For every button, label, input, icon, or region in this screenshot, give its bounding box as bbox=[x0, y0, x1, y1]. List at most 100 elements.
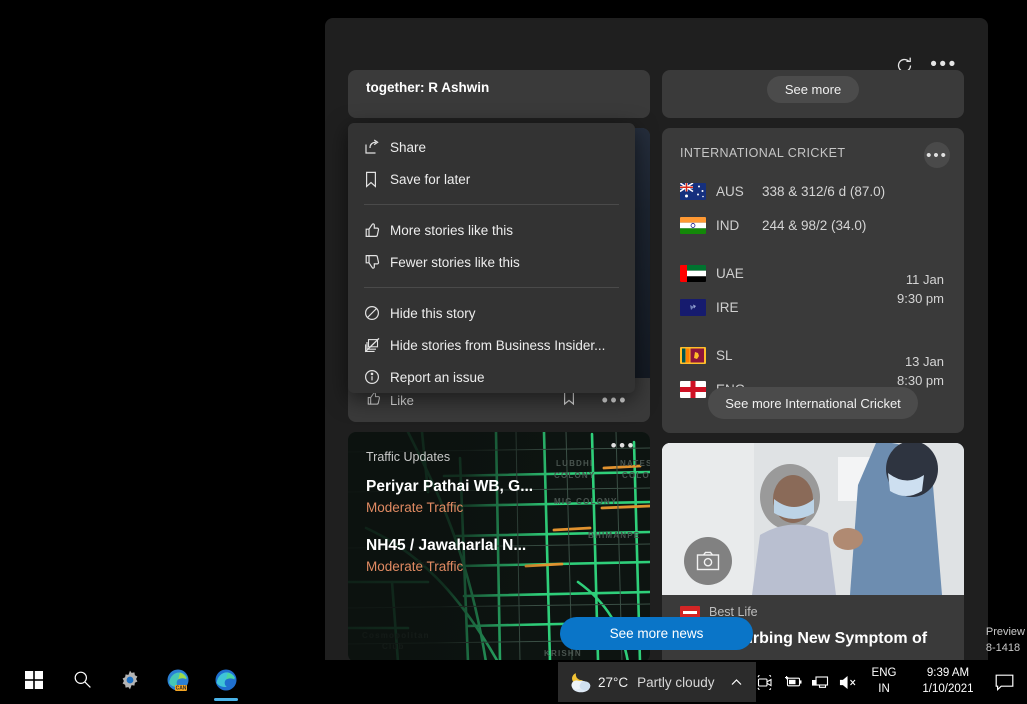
like-button[interactable]: Like bbox=[366, 391, 414, 409]
windows-activation-watermark: Preview 8-1418 bbox=[986, 625, 1025, 657]
cricket-team-row: IND 244 & 98/2 (34.0) bbox=[680, 208, 946, 242]
menu-item-more-stories[interactable]: More stories like this bbox=[348, 214, 635, 246]
language-line-1: ENG bbox=[863, 666, 905, 682]
see-more-button[interactable]: See more bbox=[767, 76, 859, 103]
menu-item-save-for-later[interactable]: Save for later bbox=[348, 163, 635, 195]
bookmark-icon bbox=[364, 171, 390, 188]
cricket-match-time: 9:30 pm bbox=[897, 290, 944, 309]
menu-item-label: Hide stories from Business Insider... bbox=[390, 338, 605, 353]
traffic-road-name: NH45 / Jawaharlal N... bbox=[366, 537, 596, 555]
quote-text: together: R Ashwin bbox=[366, 80, 632, 95]
see-more-card: See more bbox=[662, 70, 964, 118]
panel-header: ••• bbox=[325, 18, 988, 70]
moon-cloud-icon bbox=[568, 671, 593, 699]
chevron-up-icon[interactable] bbox=[723, 660, 749, 704]
clock-time: 9:39 AM bbox=[911, 666, 985, 682]
cricket-match[interactable]: AUS 338 & 312/6 d (87.0) IND bbox=[680, 174, 946, 242]
cricket-match-schedule: 11 Jan 9:30 pm bbox=[897, 271, 944, 309]
flag-uae-icon bbox=[680, 265, 706, 282]
cricket-title: INTERNATIONAL CRICKET bbox=[680, 146, 946, 160]
language-indicator[interactable]: ENG IN bbox=[863, 666, 905, 697]
weather-condition: Partly cloudy bbox=[637, 675, 714, 690]
system-tray: ENG IN 9:39 AM 1/10/2021 bbox=[723, 660, 1021, 704]
clock[interactable]: 9:39 AM 1/10/2021 bbox=[911, 666, 985, 697]
menu-item-label: More stories like this bbox=[390, 223, 513, 238]
weather-temperature: 27°C bbox=[598, 675, 628, 690]
camera-icon bbox=[684, 537, 732, 585]
hide-source-icon bbox=[364, 337, 390, 353]
thumbs-down-icon bbox=[364, 254, 390, 270]
edge-canary-button[interactable]: CAN bbox=[154, 660, 202, 704]
story-more-options-icon[interactable]: ••• bbox=[602, 396, 628, 404]
search-button[interactable] bbox=[58, 660, 106, 704]
start-button[interactable] bbox=[10, 660, 58, 704]
cricket-match-date: 11 Jan bbox=[897, 271, 944, 290]
edge-canary-icon: CAN bbox=[166, 668, 190, 697]
traffic-road-name: Periyar Pathai WB, G... bbox=[366, 478, 596, 496]
cricket-match[interactable]: 11 Jan 9:30 pm UAE bbox=[680, 256, 946, 324]
traffic-more-options-icon[interactable]: ••• bbox=[611, 442, 636, 450]
cricket-team-abbr: SL bbox=[716, 348, 762, 363]
settings-button[interactable] bbox=[106, 660, 154, 704]
traffic-content: Traffic Updates Periyar Pathai WB, G... … bbox=[366, 450, 596, 596]
cricket-card: INTERNATIONAL CRICKET ••• bbox=[662, 128, 964, 433]
block-icon bbox=[364, 305, 390, 321]
flag-ire-icon bbox=[680, 299, 706, 316]
quote-card[interactable]: together: R Ashwin bbox=[348, 70, 650, 118]
flag-aus-icon bbox=[680, 183, 706, 200]
windows-logo-icon bbox=[25, 671, 43, 694]
language-line-2: IN bbox=[863, 682, 905, 698]
menu-item-share[interactable]: Share bbox=[348, 131, 635, 163]
taskbar: CAN 27°C Partly cloudy bbox=[0, 660, 1027, 704]
share-icon bbox=[364, 139, 390, 155]
flag-eng-icon bbox=[680, 381, 706, 398]
story-context-menu: Share Save for later More stories like t… bbox=[348, 123, 635, 393]
cricket-team-abbr: AUS bbox=[716, 184, 762, 199]
menu-item-label: Hide this story bbox=[390, 306, 476, 321]
edge-button[interactable] bbox=[202, 660, 250, 704]
traffic-kicker: Traffic Updates bbox=[366, 450, 596, 464]
thumbs-up-icon bbox=[364, 222, 390, 238]
cricket-team-score: 244 & 98/2 (34.0) bbox=[762, 218, 866, 233]
svg-text:CAN: CAN bbox=[176, 685, 187, 691]
cricket-team-row: AUS 338 & 312/6 d (87.0) bbox=[680, 174, 946, 208]
panel-column-right: See more INTERNATIONAL CRICKET ••• bbox=[662, 70, 964, 664]
flag-sl-icon bbox=[680, 347, 706, 364]
see-more-news-button[interactable]: See more news bbox=[560, 617, 753, 650]
menu-separator bbox=[364, 204, 619, 205]
volume-muted-icon[interactable] bbox=[835, 660, 861, 704]
clock-date: 1/10/2021 bbox=[911, 682, 985, 698]
camera-privacy-icon[interactable] bbox=[751, 660, 777, 704]
thumbs-up-icon bbox=[366, 391, 381, 409]
watermark-line-1: Preview bbox=[986, 625, 1025, 641]
cricket-more-options-icon[interactable]: ••• bbox=[924, 142, 950, 168]
cricket-match-date: 13 Jan bbox=[897, 353, 944, 372]
info-icon bbox=[364, 369, 390, 385]
taskbar-pinned-items: CAN bbox=[10, 660, 250, 704]
cricket-team-abbr: IND bbox=[716, 218, 762, 233]
menu-item-label: Fewer stories like this bbox=[390, 255, 520, 270]
flag-ind-icon bbox=[680, 217, 706, 234]
menu-item-report-issue[interactable]: Report an issue bbox=[348, 361, 635, 393]
menu-separator bbox=[364, 287, 619, 288]
action-center-icon[interactable] bbox=[987, 660, 1021, 704]
menu-item-label: Share bbox=[390, 140, 426, 155]
network-icon[interactable] bbox=[807, 660, 833, 704]
menu-item-hide-source[interactable]: Hide stories from Business Insider... bbox=[348, 329, 635, 361]
traffic-level: Moderate Traffic bbox=[366, 559, 596, 574]
menu-item-fewer-stories[interactable]: Fewer stories like this bbox=[348, 246, 635, 278]
menu-item-label: Save for later bbox=[390, 172, 470, 187]
search-icon bbox=[73, 670, 92, 694]
cricket-team-abbr: UAE bbox=[716, 266, 762, 281]
edge-icon bbox=[214, 668, 238, 697]
watermark-line-2: 8-1418 bbox=[986, 641, 1025, 657]
cricket-match-schedule: 13 Jan 8:30 pm bbox=[897, 353, 944, 391]
gear-icon bbox=[119, 669, 141, 696]
see-more-cricket-button[interactable]: See more International Cricket bbox=[708, 387, 918, 419]
like-label: Like bbox=[390, 393, 414, 408]
battery-charging-icon[interactable] bbox=[779, 660, 805, 704]
cricket-team-score: 338 & 312/6 d (87.0) bbox=[762, 184, 885, 199]
menu-item-hide-story[interactable]: Hide this story bbox=[348, 297, 635, 329]
cricket-team-abbr: IRE bbox=[716, 300, 762, 315]
traffic-level: Moderate Traffic bbox=[366, 500, 596, 515]
